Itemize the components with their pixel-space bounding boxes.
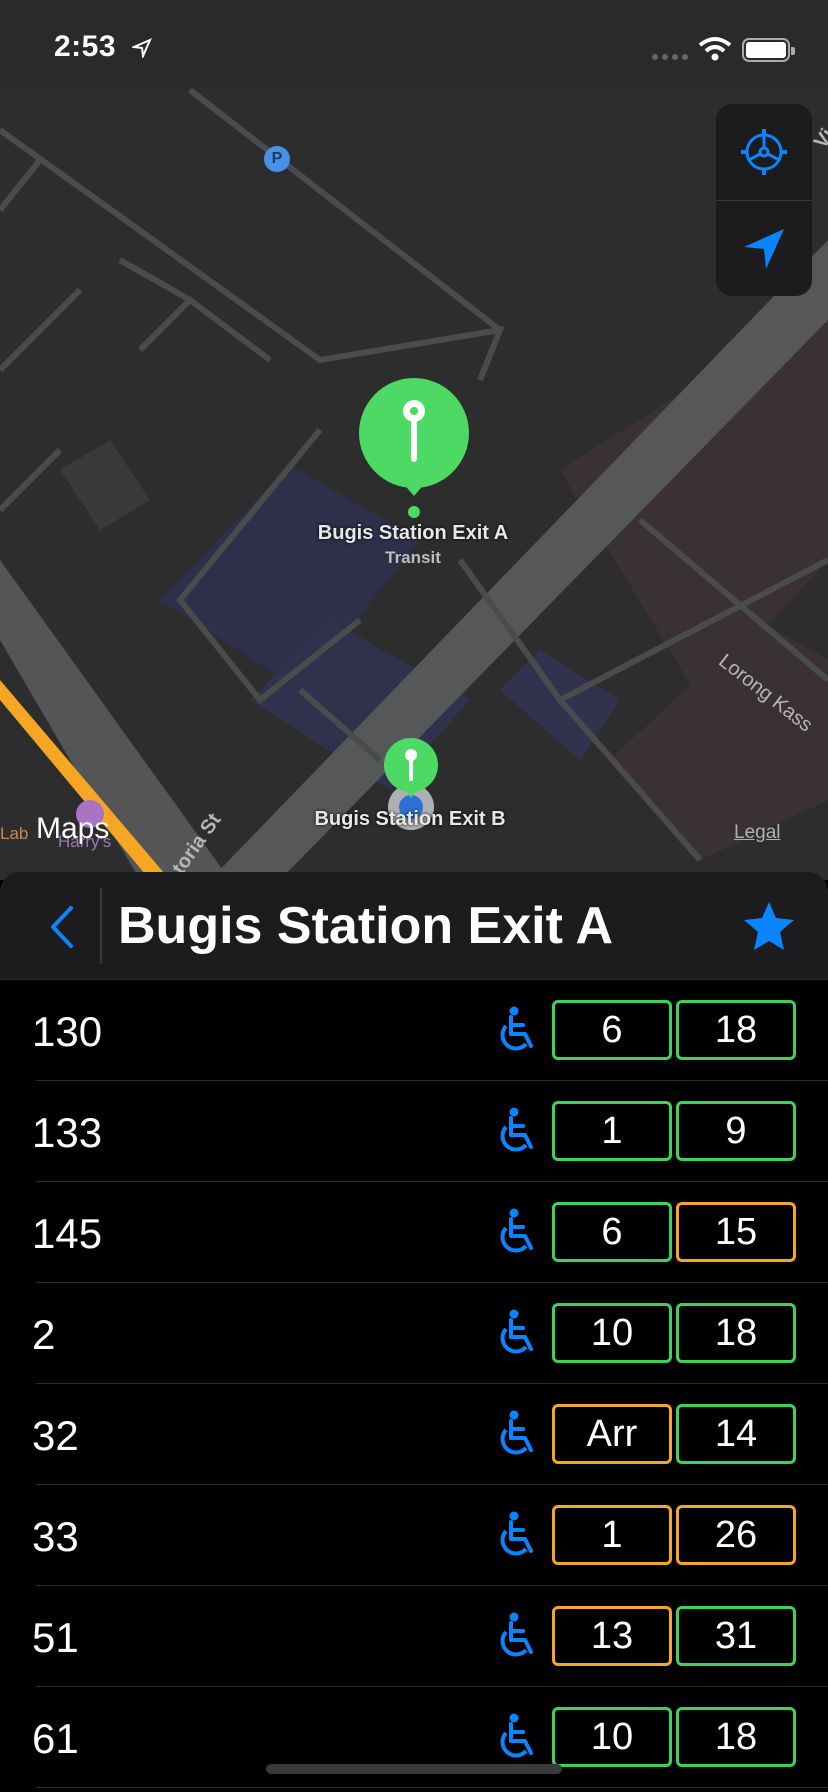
service-number: 145	[32, 1210, 103, 1257]
bus-service-row[interactable]: 133 1 9	[0, 1081, 828, 1182]
header-divider	[100, 888, 102, 964]
following-arrival-box: 31	[676, 1606, 796, 1666]
wheelchair-icon	[496, 1006, 538, 1059]
service-number: 51	[32, 1614, 79, 1661]
wheelchair-icon	[496, 1309, 538, 1362]
navigation-arrow-icon	[744, 229, 784, 269]
next-arrival-box: 13	[552, 1606, 672, 1666]
next-arrival-box: 10	[552, 1303, 672, 1363]
following-arrival-box: 9	[676, 1101, 796, 1161]
star-icon[interactable]	[742, 900, 796, 952]
status-bar: 2:53	[0, 0, 828, 88]
exit-b-label: Bugis Station Exit B	[314, 808, 506, 830]
transit-pin-icon[interactable]	[382, 738, 440, 808]
map-view[interactable]: P Bugis Station Exit A Transit Bugis Sta…	[0, 0, 828, 880]
poi-label: Lab	[0, 824, 29, 843]
stop-title: Bugis Station Exit A	[118, 897, 613, 955]
bus-service-row[interactable]: 51 13 31	[0, 1586, 828, 1687]
bus-service-list: 130 6 18 133 1 9 145 6 15 2 10 18 32 Arr 14 33 1 26 51 13 31…	[0, 980, 828, 1788]
following-arrival-box: 15	[676, 1202, 796, 1262]
home-indicator[interactable]	[266, 1764, 562, 1774]
wheelchair-icon	[496, 1208, 538, 1261]
service-number: 61	[32, 1715, 79, 1762]
wifi-icon	[698, 37, 732, 61]
exit-a-label: Bugis Station Exit A	[317, 522, 509, 544]
next-arrival-box: 6	[552, 1202, 672, 1262]
service-number: 130	[32, 1008, 103, 1055]
row-separator	[36, 1787, 828, 1788]
wheelchair-icon	[496, 1511, 538, 1564]
service-number: 133	[32, 1109, 103, 1156]
service-number: 32	[32, 1412, 79, 1459]
following-arrival-box: 18	[676, 1000, 796, 1060]
following-arrival-box: 18	[676, 1707, 796, 1767]
bus-service-row[interactable]: 145 6 15	[0, 1182, 828, 1283]
driving-mode-button[interactable]	[716, 104, 812, 200]
battery-icon	[742, 38, 795, 62]
steering-wheel-icon	[741, 129, 787, 175]
following-arrival-box: 18	[676, 1303, 796, 1363]
clock: 2:53	[54, 30, 117, 63]
following-arrival-box: 26	[676, 1505, 796, 1565]
chevron-left-icon	[51, 906, 73, 948]
location-arrow-icon	[132, 38, 152, 58]
next-arrival-box: 1	[552, 1505, 672, 1565]
wheelchair-icon	[496, 1410, 538, 1463]
bus-service-row[interactable]: 32 Arr 14	[0, 1384, 828, 1485]
next-arrival-box: 6	[552, 1000, 672, 1060]
bus-service-row[interactable]: 130 6 18	[0, 980, 828, 1081]
next-arrival-box: Arr	[552, 1404, 672, 1464]
parking-marker[interactable]: P	[264, 146, 290, 172]
following-arrival-box: 14	[676, 1404, 796, 1464]
current-location-button[interactable]	[716, 201, 812, 296]
next-arrival-box: 10	[552, 1707, 672, 1767]
stop-header: Bugis Station Exit A	[0, 872, 828, 980]
service-number: 2	[32, 1311, 56, 1358]
bus-service-row[interactable]: 2 10 18	[0, 1283, 828, 1384]
next-arrival-box: 1	[552, 1101, 672, 1161]
exit-a-sublabel: Transit	[385, 548, 441, 567]
signal-icon	[652, 54, 688, 60]
map-controls	[716, 104, 812, 296]
service-number: 33	[32, 1513, 79, 1560]
apple-maps-logo: Maps	[36, 812, 110, 845]
wheelchair-icon	[496, 1107, 538, 1160]
back-button[interactable]	[42, 902, 82, 952]
wheelchair-icon	[496, 1612, 538, 1665]
legal-link[interactable]: Legal	[734, 822, 781, 844]
transit-pin-icon[interactable]	[357, 378, 471, 520]
bus-service-row[interactable]: 33 1 26	[0, 1485, 828, 1586]
wheelchair-icon	[496, 1713, 538, 1766]
